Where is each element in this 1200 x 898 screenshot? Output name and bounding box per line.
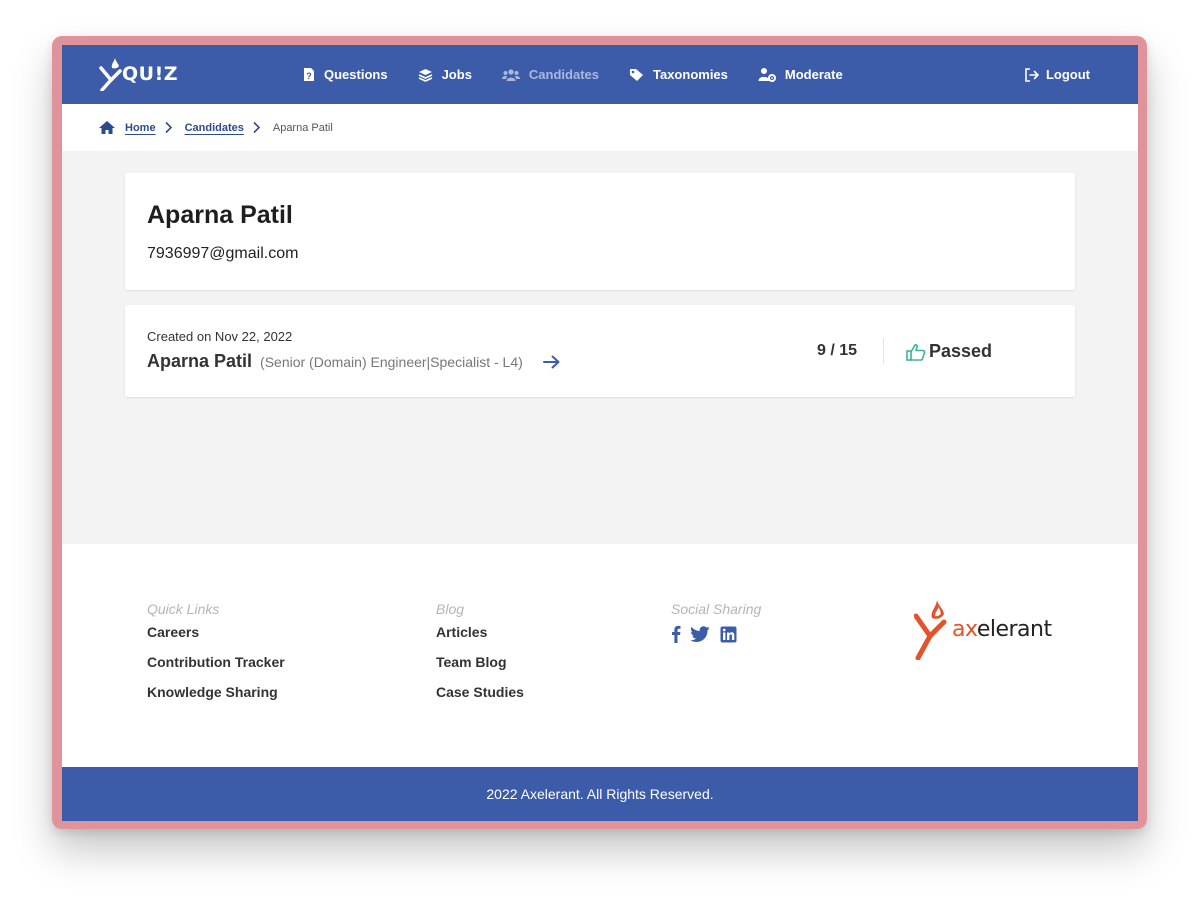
nav-label: Moderate (784, 67, 843, 82)
brand-rest: elerant (976, 616, 1052, 642)
footer-link-careers[interactable]: Careers (147, 625, 285, 655)
breadcrumb: Home Candidates Aparna Patil (98, 104, 333, 151)
user-cog-icon (758, 68, 776, 82)
candidate-email: 7936997@gmail.com (147, 245, 299, 262)
thumbs-up-icon (906, 343, 926, 361)
nav-label: Taxonomies (653, 67, 728, 82)
footer-link-articles[interactable]: Articles (436, 625, 524, 655)
top-navbar: QU!Z ? Questions Jobs Candidates Taxonom… (62, 45, 1138, 104)
layers-icon (418, 68, 432, 82)
result-row: Aparna Patil (Senior (Domain) Engineer|S… (147, 351, 561, 372)
nav-label: Jobs (441, 67, 472, 82)
breadcrumb-home-link[interactable]: Home (125, 122, 156, 134)
facebook-icon[interactable] (671, 625, 681, 643)
logo-x-mark-icon (99, 58, 122, 91)
status-label: Passed (929, 341, 993, 361)
question-file-icon: ? (304, 68, 314, 81)
result-candidate-name: Aparna Patil (147, 351, 253, 371)
chevron-right-icon (252, 121, 261, 134)
score: 9 / 15 (817, 342, 858, 359)
brand-prefix: ax (952, 616, 977, 642)
main-content: Aparna Patil 7936997@gmail.com Created o… (62, 151, 1138, 544)
nav-moderate[interactable]: Moderate (758, 67, 843, 82)
logo-text: QU!Z (122, 63, 179, 85)
main-nav: ? Questions Jobs Candidates Taxonomies M… (302, 45, 873, 104)
nav-taxonomies[interactable]: Taxonomies (629, 67, 728, 82)
status-badge: Passed (906, 341, 992, 362)
created-date: Created on Nov 22, 2022 (147, 329, 293, 344)
svg-text:?: ? (306, 71, 312, 81)
footer-blog: Blog Articles Team Blog Case Studies (436, 601, 524, 715)
footer-link-contribution-tracker[interactable]: Contribution Tracker (147, 655, 285, 685)
nav-questions[interactable]: ? Questions (302, 67, 388, 82)
breadcrumb-current: Aparna Patil (272, 121, 333, 134)
logout-label: Logout (1045, 67, 1090, 82)
nav-candidates[interactable]: Candidates (501, 67, 599, 82)
nav-jobs[interactable]: Jobs (418, 67, 472, 82)
divider (883, 338, 884, 364)
arrow-right-icon[interactable] (542, 355, 561, 369)
chevron-right-icon (164, 121, 173, 134)
twitter-icon[interactable] (691, 626, 710, 642)
nav-label: Candidates (528, 67, 599, 82)
tag-icon (630, 68, 643, 81)
logout-button[interactable]: Logout (1024, 45, 1090, 104)
footer-link-team-blog[interactable]: Team Blog (436, 655, 524, 685)
footer-heading: Blog (436, 601, 465, 617)
axelerant-logo[interactable]: axelerant (914, 598, 1052, 660)
home-icon[interactable] (98, 120, 116, 135)
result-job-role: (Senior (Domain) Engineer|Specialist - L… (260, 353, 523, 370)
footer: Quick Links Careers Contribution Tracker… (62, 544, 1138, 767)
social-icons (671, 625, 761, 643)
copyright-text: 2022 Axelerant. All Rights Reserved. (486, 786, 714, 802)
linkedin-icon[interactable] (720, 626, 737, 643)
window-frame: QU!Z ? Questions Jobs Candidates Taxonom… (52, 36, 1147, 829)
footer-link-knowledge-sharing[interactable]: Knowledge Sharing (147, 685, 285, 715)
logout-icon (1025, 67, 1039, 82)
breadcrumb-candidates-link[interactable]: Candidates (185, 122, 244, 134)
axelerant-wordmark: axelerant (952, 617, 1052, 642)
app-window: QU!Z ? Questions Jobs Candidates Taxonom… (62, 45, 1138, 821)
candidate-profile-card: Aparna Patil 7936997@gmail.com (125, 173, 1075, 290)
footer-heading: Quick Links (147, 601, 220, 617)
axelerant-mark-icon (914, 600, 947, 660)
copyright-bar: 2022 Axelerant. All Rights Reserved. (62, 767, 1138, 821)
footer-link-case-studies[interactable]: Case Studies (436, 685, 524, 715)
users-icon (501, 68, 520, 81)
candidate-name: Aparna Patil (147, 201, 293, 229)
quiz-result-card: Created on Nov 22, 2022 Aparna Patil (Se… (125, 305, 1075, 397)
footer-social: Social Sharing (671, 601, 761, 643)
nav-label: Questions (324, 67, 388, 82)
quiz-logo[interactable]: QU!Z (98, 57, 178, 91)
footer-quick-links: Quick Links Careers Contribution Tracker… (147, 601, 285, 715)
footer-heading: Social Sharing (671, 601, 762, 617)
